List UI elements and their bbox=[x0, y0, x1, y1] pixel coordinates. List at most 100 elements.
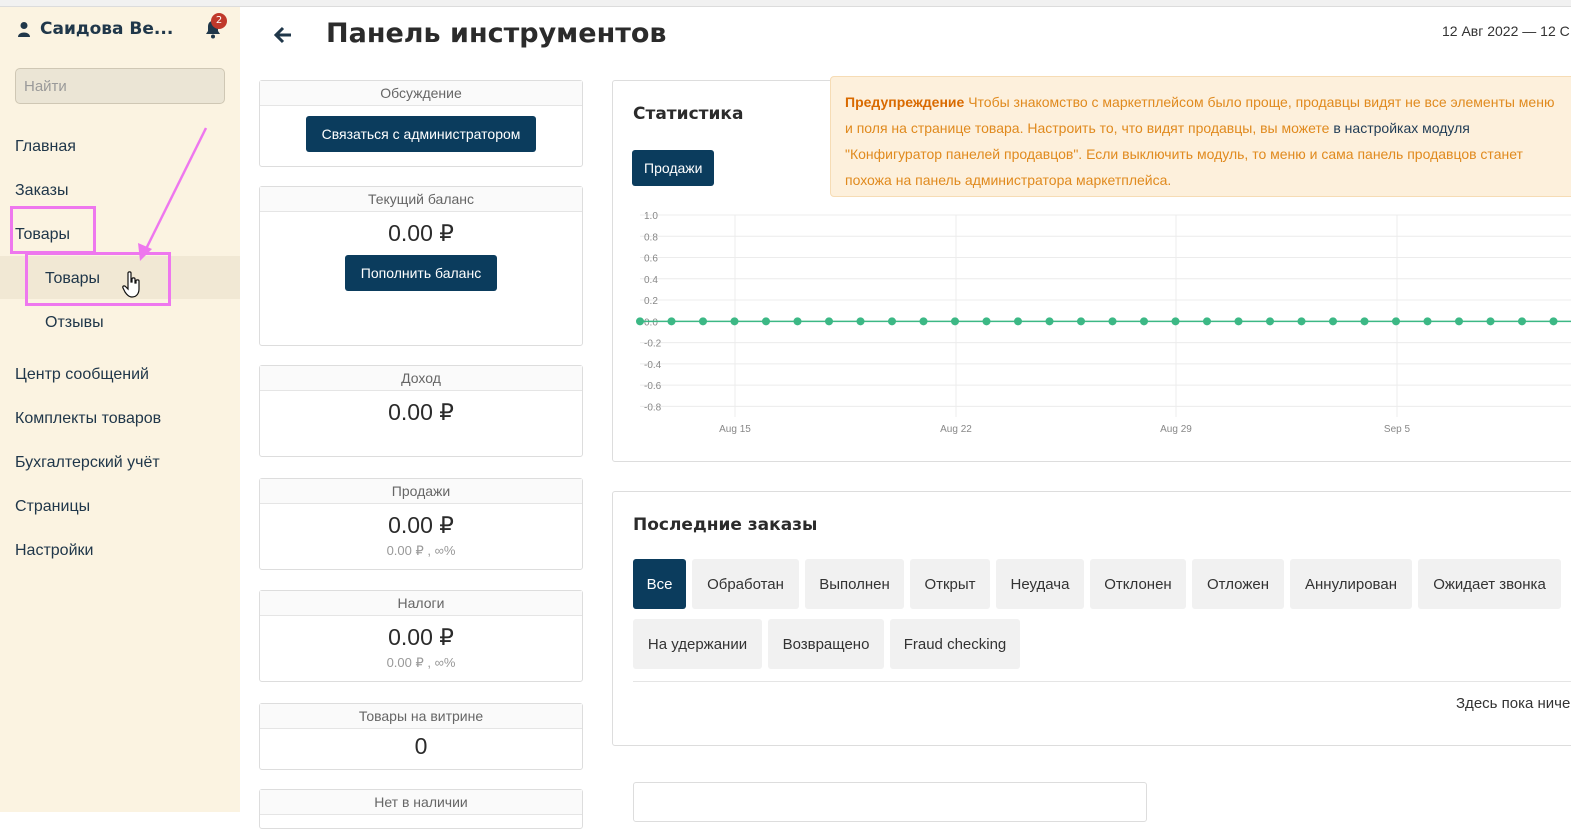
sales-chart-button[interactable]: Продажи bbox=[632, 150, 715, 186]
tab-all[interactable]: Все bbox=[633, 559, 686, 609]
tab-processed[interactable]: Обработан bbox=[692, 559, 799, 609]
nav-message-center[interactable]: Центр сообщений bbox=[15, 366, 149, 384]
data-point bbox=[1518, 317, 1526, 326]
module-settings-link[interactable]: в настройках модуля bbox=[1333, 120, 1469, 136]
data-point bbox=[1045, 317, 1054, 326]
tab-completed[interactable]: Выполнен bbox=[805, 559, 904, 609]
back-arrow-icon[interactable] bbox=[272, 24, 294, 46]
sales-change: 0.00 ₽ , ∞% bbox=[386, 543, 456, 558]
orders-divider bbox=[633, 681, 1571, 682]
data-point bbox=[856, 317, 865, 326]
data-point bbox=[1549, 317, 1558, 326]
sales-card: Продажи 0.00 ₽ 0.00 ₽ , ∞% bbox=[259, 478, 583, 570]
data-point bbox=[1392, 317, 1400, 326]
x-tick-label: Sep 5 bbox=[1384, 424, 1411, 435]
out-of-stock-card: Нет в наличии bbox=[259, 789, 583, 829]
nav-settings[interactable]: Настройки bbox=[15, 542, 93, 560]
date-range-picker[interactable]: 12 Авг 2022 — 12 С bbox=[1442, 23, 1570, 39]
browser-top-bar bbox=[0, 0, 1571, 7]
tab-open[interactable]: Открыт bbox=[910, 559, 990, 609]
tab-backordered[interactable]: Отложен bbox=[1192, 559, 1284, 609]
nav-product-bundles[interactable]: Комплекты товаров bbox=[15, 410, 161, 428]
card-title: Обсуждение bbox=[260, 81, 582, 106]
card-title: Налоги bbox=[260, 591, 582, 616]
orders-empty-message: Здесь пока ниче bbox=[1456, 695, 1571, 712]
page-title: Панель инструментов bbox=[326, 18, 667, 49]
sales-value: 0.00 ₽ bbox=[388, 512, 454, 538]
taxes-change: 0.00 ₽ , ∞% bbox=[386, 655, 456, 670]
bottom-panel bbox=[633, 782, 1147, 822]
x-tick-label: Aug 22 bbox=[940, 424, 972, 435]
data-point bbox=[793, 317, 802, 326]
nav-home[interactable]: Главная bbox=[15, 138, 76, 156]
top-up-balance-button[interactable]: Пополнить баланс bbox=[344, 255, 498, 291]
y-tick-label: 0.2 bbox=[644, 296, 658, 307]
data-point bbox=[982, 317, 991, 326]
data-point bbox=[762, 317, 770, 326]
data-point bbox=[1455, 317, 1463, 326]
data-point bbox=[1203, 317, 1211, 326]
y-tick-label: -0.8 bbox=[644, 402, 662, 413]
data-point bbox=[1423, 317, 1432, 326]
balance-card: Текущий баланс 0.00 ₽ Пополнить баланс bbox=[259, 186, 583, 346]
recent-orders-title: Последние заказы bbox=[633, 515, 818, 535]
data-point bbox=[1171, 317, 1180, 326]
data-point bbox=[1234, 317, 1243, 326]
y-tick-label: 0.8 bbox=[644, 232, 658, 243]
data-point bbox=[919, 317, 928, 326]
statistics-title: Статистика bbox=[633, 104, 744, 124]
annotation-arrow-icon bbox=[138, 127, 208, 261]
data-point bbox=[636, 317, 644, 326]
y-tick-label: 0.6 bbox=[644, 254, 658, 265]
data-point bbox=[699, 317, 707, 326]
user-name: Саидова Ве... bbox=[40, 19, 174, 39]
nav-accounting[interactable]: Бухгалтерский учёт bbox=[15, 454, 160, 472]
data-point bbox=[1360, 317, 1369, 326]
user-menu[interactable]: Саидова Ве... bbox=[16, 19, 173, 39]
warning-text-2: "Конфигуратор панелей продавцов". Если в… bbox=[845, 146, 1523, 188]
y-tick-label: 1.0 bbox=[644, 211, 658, 222]
card-title: Продажи bbox=[260, 479, 582, 504]
income-card: Доход 0.00 ₽ bbox=[259, 365, 583, 457]
nav-orders[interactable]: Заказы bbox=[15, 182, 68, 200]
sales-chart: 1.0 0.8 0.6 0.4 0.2 0.0 -0.2 -0.4 -0.6 -0.8 Aug 15… bbox=[636, 211, 1571, 435]
card-title: Нет в наличии bbox=[260, 790, 582, 815]
data-point bbox=[1108, 317, 1117, 326]
discussion-card: Обсуждение Связаться с администратором bbox=[259, 80, 583, 167]
data-point bbox=[825, 317, 833, 326]
tab-refunded[interactable]: Возвращено bbox=[768, 619, 884, 669]
x-tick-label: Aug 15 bbox=[719, 424, 751, 435]
warning-notice: Предупреждение Чтобы знакомство с маркет… bbox=[830, 76, 1571, 197]
data-point bbox=[1140, 317, 1148, 326]
income-value: 0.00 ₽ bbox=[388, 399, 454, 425]
tab-failed[interactable]: Неудача bbox=[996, 559, 1084, 609]
tab-cancelled[interactable]: Аннулирован bbox=[1290, 559, 1412, 609]
y-tick-label: 0.0 bbox=[644, 317, 658, 328]
tab-declined[interactable]: Отклонен bbox=[1090, 559, 1186, 609]
highlight-box-products bbox=[10, 206, 96, 254]
taxes-card: Налоги 0.00 ₽ 0.00 ₽ , ∞% bbox=[259, 590, 583, 682]
tab-awaiting-call[interactable]: Ожидает звонка bbox=[1418, 559, 1561, 609]
data-point bbox=[951, 317, 959, 326]
search-input[interactable] bbox=[24, 77, 223, 95]
card-title: Текущий баланс bbox=[260, 187, 582, 212]
data-point bbox=[888, 317, 896, 326]
tab-on-hold[interactable]: На удержании bbox=[633, 619, 762, 669]
nav-reviews[interactable]: Отзывы bbox=[45, 314, 104, 332]
tab-fraud-checking[interactable]: Fraud checking bbox=[890, 619, 1020, 669]
data-point bbox=[730, 317, 739, 326]
showcase-value: 0 bbox=[414, 733, 428, 759]
hand-cursor-icon bbox=[122, 271, 140, 298]
y-tick-label: 0.4 bbox=[644, 275, 658, 286]
search-box bbox=[15, 68, 225, 104]
notification-badge: 2 bbox=[211, 13, 227, 29]
contact-admin-button[interactable]: Связаться с администратором bbox=[305, 116, 537, 152]
data-point bbox=[1266, 317, 1274, 326]
data-point bbox=[1329, 317, 1337, 326]
taxes-value: 0.00 ₽ bbox=[388, 624, 454, 650]
data-point bbox=[1486, 317, 1495, 326]
data-point bbox=[1014, 317, 1022, 326]
y-tick-label: -0.4 bbox=[644, 360, 662, 371]
data-point bbox=[667, 317, 676, 326]
nav-pages[interactable]: Страницы bbox=[15, 498, 90, 516]
